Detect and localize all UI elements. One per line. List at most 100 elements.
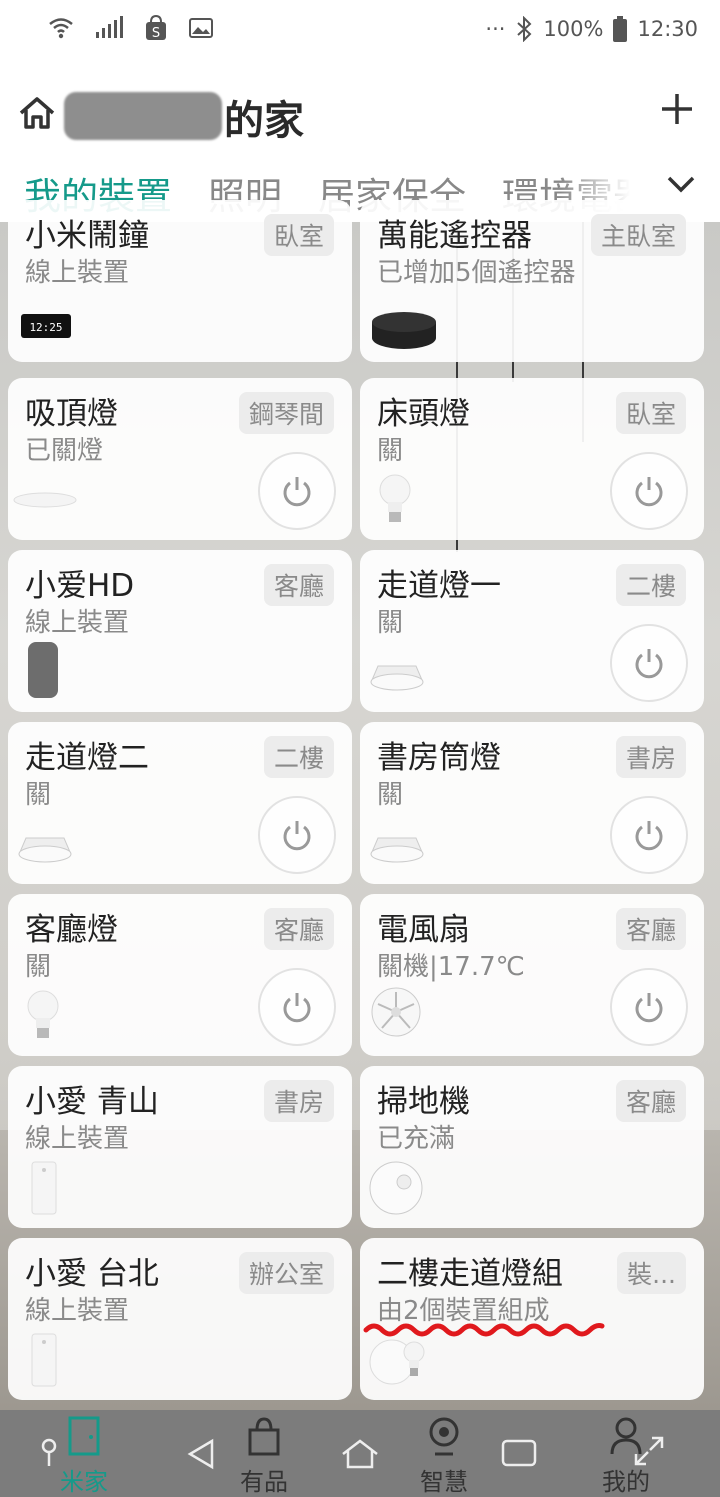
bulb-icon: [26, 990, 60, 1046]
device-name: 書房筒燈: [377, 740, 501, 776]
shopee-icon: S: [144, 14, 168, 42]
device-status: 線上裝置: [25, 1296, 130, 1326]
room-badge: 客廳: [263, 908, 334, 950]
room-badge: 鋼琴間: [238, 392, 334, 434]
device-status: 關: [377, 436, 404, 466]
bulb-icon: [378, 474, 412, 530]
device-name: 萬能遙控器: [377, 218, 532, 254]
device-card[interactable]: 走道燈二 關 二樓: [8, 722, 352, 884]
power-button[interactable]: [258, 796, 336, 874]
camera-icon: [427, 1417, 461, 1460]
device-status: 關機|17.7℃: [377, 952, 525, 982]
room-badge: 二樓: [263, 736, 334, 778]
chevron-down-icon[interactable]: [666, 174, 696, 198]
redacted-home-name: [64, 92, 222, 140]
app-header: 的家 我的裝置 照明 居家保全 環境電器: [0, 62, 720, 230]
key-icon[interactable]: [38, 1438, 60, 1472]
wifi-icon: [48, 15, 74, 41]
device-name: 小愛 台北: [25, 1256, 159, 1292]
device-name: 小爱HD: [25, 568, 135, 604]
device-card[interactable]: 吸頂燈 已關燈 鋼琴間: [8, 378, 352, 540]
device-card[interactable]: 二樓走道燈組 由2個裝置組成 裝...: [360, 1238, 704, 1400]
bottom-nav: 米家 有品 智慧 我的: [0, 1410, 720, 1497]
device-card[interactable]: 掃地機 已充滿 客廳: [360, 1066, 704, 1228]
alarm-clock-icon: 12:25: [20, 312, 72, 344]
device-card[interactable]: 書房筒燈 關 書房: [360, 722, 704, 884]
home-title[interactable]: 的家: [224, 88, 304, 146]
room-badge: 辦公室: [238, 1252, 334, 1294]
clock-time: 12:30: [637, 17, 698, 41]
room-badge: 書房: [615, 736, 686, 778]
power-button[interactable]: [258, 968, 336, 1046]
room-badge: 客廳: [615, 1080, 686, 1122]
robot-vacuum-icon: [368, 1160, 424, 1220]
device-status: 線上裝置: [25, 608, 130, 638]
smart-speaker-icon: [26, 640, 60, 704]
device-status: 關: [25, 780, 52, 810]
device-status: 已充滿: [377, 1124, 456, 1154]
downlight-icon: [366, 656, 428, 698]
device-card[interactable]: 走道燈一 關 二樓: [360, 550, 704, 712]
room-badge: 二樓: [615, 564, 686, 606]
device-name: 小米鬧鐘: [25, 218, 149, 254]
expand-icon[interactable]: [632, 1434, 666, 1472]
power-button[interactable]: [258, 452, 336, 530]
bluetooth-icon: [515, 16, 533, 42]
svg-text:S: S: [152, 26, 160, 41]
battery-icon: [613, 16, 628, 42]
device-status: 關: [25, 952, 52, 982]
room-badge: 客廳: [263, 564, 334, 606]
device-card[interactable]: 客廳燈 關 客廳: [8, 894, 352, 1056]
svg-text:12:25: 12:25: [29, 321, 62, 334]
ceiling-light-icon: [12, 490, 78, 514]
more-dots: ···: [485, 17, 506, 41]
device-status: 已關燈: [25, 436, 104, 466]
nav-label: 有品: [240, 1468, 288, 1496]
nav-mijia[interactable]: 米家: [60, 1416, 108, 1497]
power-button[interactable]: [610, 796, 688, 874]
device-card[interactable]: 電風扇 關機|17.7℃ 客廳: [360, 894, 704, 1056]
device-name: 走道燈一: [377, 568, 501, 604]
device-status: 已增加5個遙控器: [377, 258, 576, 288]
device-card[interactable]: 萬能遙控器 已增加5個遙控器 主臥室: [360, 200, 704, 362]
device-name: 二樓走道燈組: [377, 1256, 563, 1292]
room-badge: 書房: [263, 1080, 334, 1122]
downlight-icon: [366, 828, 428, 870]
back-icon[interactable]: [186, 1438, 216, 1474]
power-button[interactable]: [610, 452, 688, 530]
smart-speaker-icon: [30, 1332, 58, 1392]
device-name: 小愛 青山: [25, 1084, 159, 1120]
device-card[interactable]: 床頭燈 關 臥室: [360, 378, 704, 540]
device-name: 掃地機: [377, 1084, 470, 1120]
home-icon[interactable]: [18, 96, 56, 134]
device-name: 電風扇: [377, 912, 470, 948]
smart-speaker-icon: [30, 1160, 58, 1220]
battery-percent: 100%: [543, 17, 604, 41]
device-name: 吸頂燈: [25, 396, 118, 432]
door-icon: [67, 1416, 101, 1460]
signal-icon: [94, 16, 124, 40]
power-button[interactable]: [610, 968, 688, 1046]
room-badge: 臥室: [263, 214, 334, 256]
device-card[interactable]: 小爱HD 線上裝置 客廳: [8, 550, 352, 712]
device-name: 床頭燈: [377, 396, 470, 432]
room-badge: 主臥室: [590, 214, 686, 256]
recents-icon[interactable]: [500, 1438, 538, 1472]
room-badge: 臥室: [615, 392, 686, 434]
power-button[interactable]: [610, 624, 688, 702]
device-card[interactable]: 小愛 台北 線上裝置 辦公室: [8, 1238, 352, 1400]
device-card[interactable]: 小愛 青山 線上裝置 書房: [8, 1066, 352, 1228]
add-device-button[interactable]: [660, 92, 694, 126]
home-nav-icon[interactable]: [340, 1438, 380, 1474]
nav-label: 智慧: [420, 1468, 468, 1496]
device-name: 走道燈二: [25, 740, 149, 776]
nav-youpin[interactable]: 有品: [240, 1416, 288, 1497]
device-name: 客廳燈: [25, 912, 118, 948]
nav-smart[interactable]: 智慧: [420, 1416, 468, 1497]
device-card[interactable]: 小米鬧鐘 線上裝置 臥室 12:25: [8, 200, 352, 362]
downlight-icon: [14, 828, 76, 870]
device-status: 線上裝置: [25, 258, 130, 288]
red-annotation-underline: [363, 1323, 605, 1337]
device-status: 線上裝置: [25, 1124, 130, 1154]
universal-remote-icon: [368, 308, 440, 356]
